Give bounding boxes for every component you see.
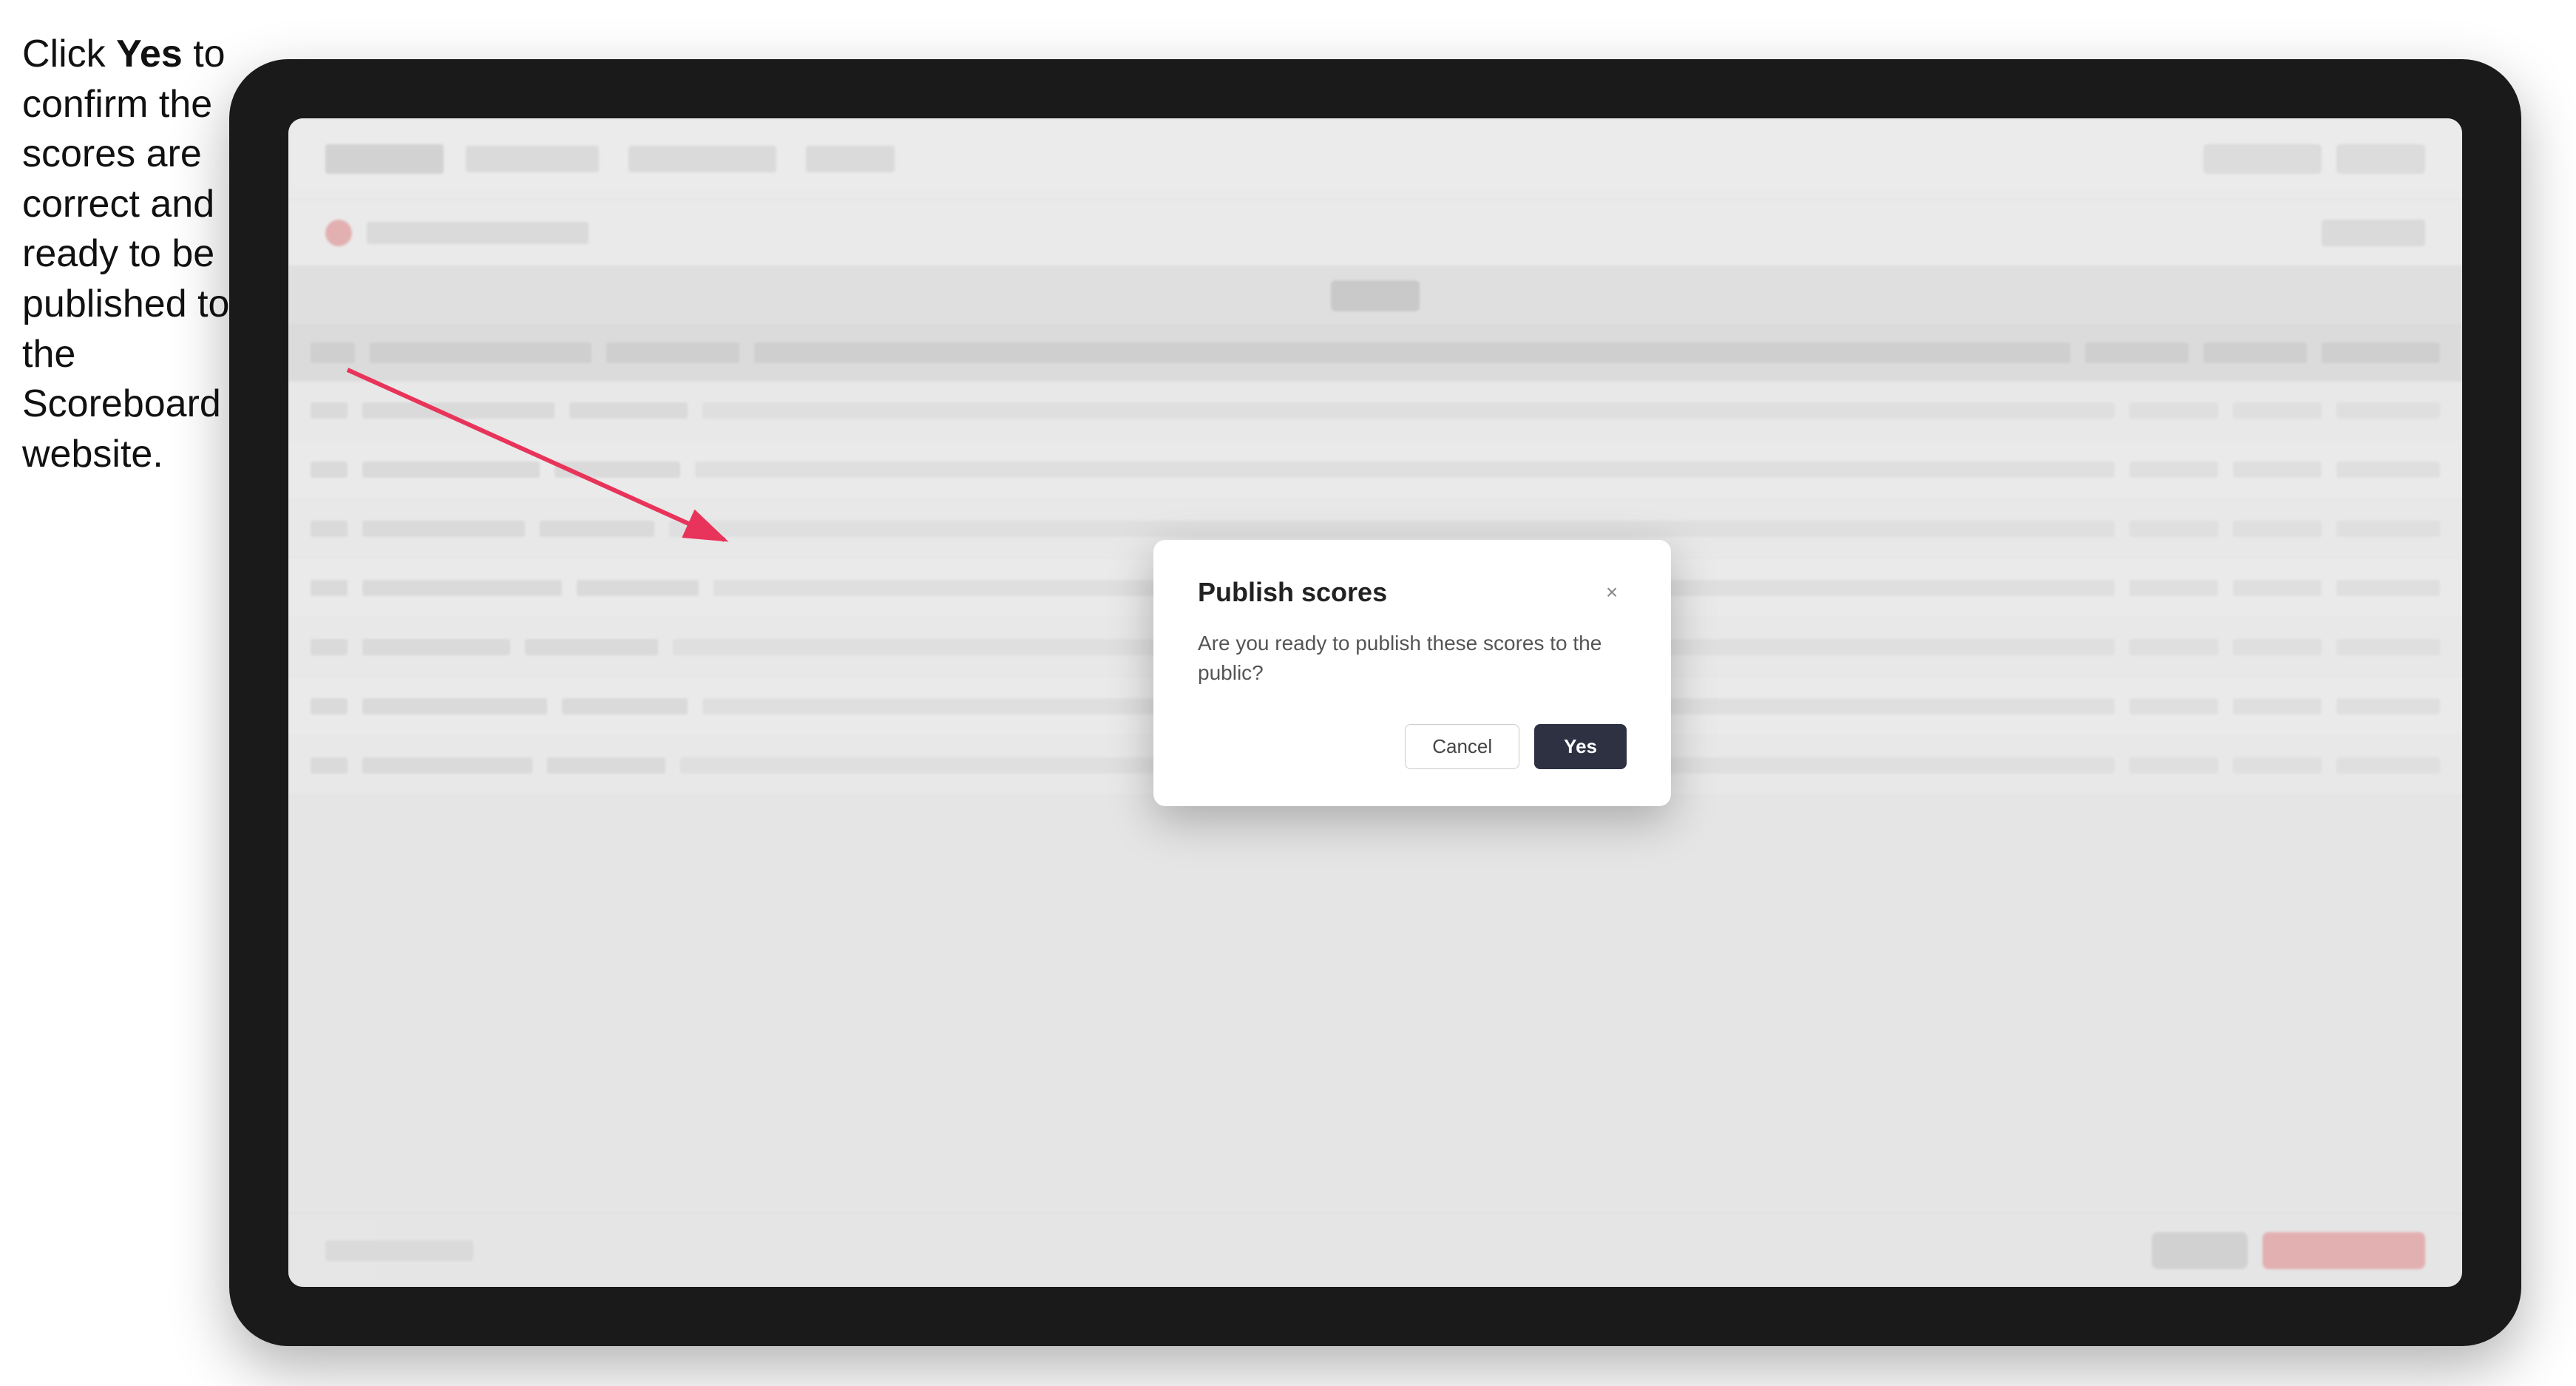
publish-scores-dialog: Publish scores × Are you ready to publis… xyxy=(1153,540,1671,805)
instruction-text: Click Yes to confirm the scores are corr… xyxy=(22,30,237,479)
instruction-bold: Yes xyxy=(116,33,183,75)
modal-footer: Cancel Yes xyxy=(1198,724,1627,769)
cancel-button[interactable]: Cancel xyxy=(1405,724,1519,769)
modal-body: Are you ready to publish these scores to… xyxy=(1198,629,1627,686)
modal-header: Publish scores × xyxy=(1198,577,1627,608)
modal-title: Publish scores xyxy=(1198,577,1387,608)
tablet-device: Publish scores × Are you ready to publis… xyxy=(229,59,2521,1346)
modal-close-button[interactable]: × xyxy=(1597,578,1627,607)
tablet-screen: Publish scores × Are you ready to publis… xyxy=(288,118,2462,1287)
instruction-part1: Click xyxy=(22,33,116,75)
yes-button[interactable]: Yes xyxy=(1534,724,1627,769)
modal-overlay: Publish scores × Are you ready to publis… xyxy=(288,118,2462,1287)
instruction-part2: to confirm the scores are correct and re… xyxy=(22,33,229,476)
